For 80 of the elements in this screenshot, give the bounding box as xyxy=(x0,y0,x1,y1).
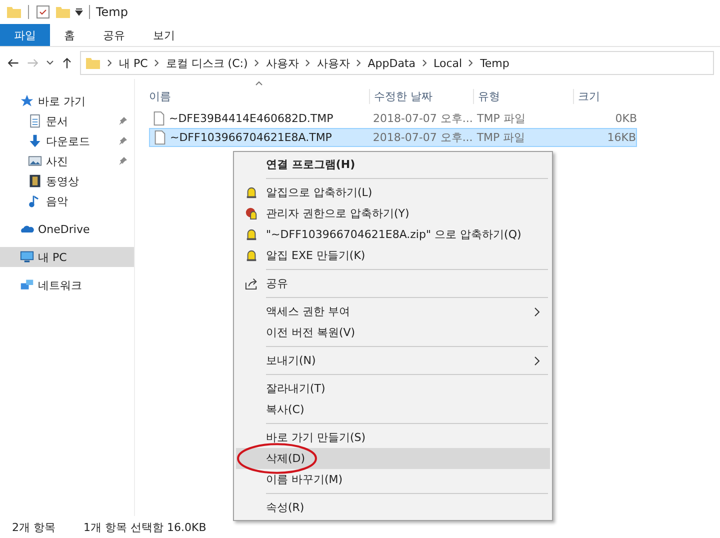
nav-item[interactable]: 바로 가기 xyxy=(0,91,134,111)
file-name: ~DFF103966704621E8A.TMP xyxy=(170,131,332,144)
file-row[interactable]: ~DFE39B4414E460682D.TMP 2018-07-07 오후... TMP 파일 0KB xyxy=(149,109,637,128)
column-header[interactable]: 수정한 날짜 xyxy=(369,88,473,104)
menu-item[interactable]: 알집으로 압축하기(L) xyxy=(236,182,550,203)
column-header[interactable]: 크기 xyxy=(573,88,637,104)
ribbon-tab[interactable]: 파일 xyxy=(0,24,50,46)
document-icon xyxy=(28,114,42,128)
chevron-icon xyxy=(356,59,362,67)
breadcrumb[interactable]: 로컬 디스크 (C:) xyxy=(166,56,248,70)
ribbon-tab[interactable]: 보기 xyxy=(139,24,189,46)
status-text: 2개 항목 xyxy=(12,520,56,534)
sort-caret-icon xyxy=(255,81,263,86)
menu-item[interactable]: 관리자 권한으로 압축하기(Y) xyxy=(236,203,550,224)
down-arrow-icon xyxy=(28,134,42,148)
table-cell-text: TMP 파일 xyxy=(476,111,526,126)
menu-item[interactable]: 이전 버전 복원(V) xyxy=(236,322,550,343)
pin-icon xyxy=(118,156,128,166)
menu-item[interactable]: 속성(R) xyxy=(236,497,550,518)
file-name: ~DFE39B4414E460682D.TMP xyxy=(169,112,334,125)
nav-item[interactable]: 문서 xyxy=(0,111,134,131)
film-icon xyxy=(28,174,42,188)
share-icon xyxy=(244,277,258,290)
pin-icon xyxy=(118,136,128,146)
up-arrow-icon[interactable] xyxy=(60,56,74,70)
table-cell-text: 2018-07-07 오후... xyxy=(372,111,473,126)
menu-item[interactable]: 액세스 권한 부여 xyxy=(236,301,550,322)
file-icon xyxy=(154,130,166,145)
menu-item[interactable]: 바로 가기 만들기(S) xyxy=(236,427,550,448)
table-cell-text: TMP 파일 xyxy=(476,130,526,145)
menu-item[interactable]: 삭제(D) xyxy=(236,448,550,469)
monitor-icon xyxy=(20,250,34,264)
nav-item[interactable]: 네트워크 xyxy=(0,275,134,295)
back-icon[interactable] xyxy=(6,56,20,70)
table-cell-text: 0KB xyxy=(614,112,637,125)
status-text: 1개 항목 선택함 16.0KB xyxy=(84,520,206,534)
file-icon xyxy=(153,111,165,126)
menu-item[interactable]: 복사(C) xyxy=(236,399,550,420)
address-bar[interactable]: 내 PC 로컬 디스크 (C:) 사용자 사용자 AppData Local Temp xyxy=(80,51,714,75)
menu-item[interactable]: 이름 바꾸기(M) xyxy=(236,469,550,490)
chevron-icon xyxy=(254,59,260,67)
menu-item[interactable]: 연결 프로그램(H) xyxy=(236,154,550,175)
breadcrumb[interactable]: AppData xyxy=(368,56,416,70)
nav-item[interactable]: 다운로드 xyxy=(0,131,134,151)
breadcrumb[interactable]: 내 PC xyxy=(119,56,148,70)
breadcrumb[interactable]: Temp xyxy=(480,56,510,70)
table-cell-text: 2018-07-07 오후... xyxy=(372,130,473,145)
chevron-icon xyxy=(154,59,160,67)
star-icon xyxy=(20,94,34,108)
menu-item[interactable]: 잘라내기(T) xyxy=(236,378,550,399)
chevron-icon xyxy=(468,59,474,67)
window-title: Temp xyxy=(96,5,128,19)
dropdown-icon[interactable] xyxy=(75,8,83,16)
menu-item[interactable]: "~DFF103966704621E8A.zip" 으로 압축하기(Q) xyxy=(236,224,550,245)
file-row[interactable]: ~DFF103966704621E8A.TMP 2018-07-07 오후... TMP 파일 16KB xyxy=(149,128,637,147)
column-header[interactable]: 유형 xyxy=(473,88,573,104)
breadcrumb[interactable]: 사용자 xyxy=(266,56,299,70)
nav-item[interactable]: 음악 xyxy=(0,191,134,211)
nav-item[interactable]: 사진 xyxy=(0,151,134,171)
nav-item[interactable]: 동영상 xyxy=(0,171,134,191)
menu-item[interactable]: 공유 xyxy=(236,273,550,294)
pin-icon xyxy=(118,116,128,126)
recent-caret-icon[interactable] xyxy=(46,59,54,67)
table-cell-text: 16KB xyxy=(606,131,636,144)
chevron-icon xyxy=(422,59,428,67)
network-icon xyxy=(20,278,34,292)
pictures-icon xyxy=(28,154,42,168)
breadcrumb[interactable]: Local xyxy=(434,56,462,70)
chevron-icon xyxy=(107,59,113,67)
ribbon-tab[interactable]: 홈 xyxy=(50,24,89,46)
column-header[interactable]: 이름 xyxy=(149,88,369,104)
nav-item[interactable]: OneDrive xyxy=(0,219,134,239)
ribbon-tab[interactable]: 공유 xyxy=(89,24,139,46)
nav-item[interactable]: 내 PC xyxy=(0,247,134,267)
folder-icon xyxy=(85,55,101,71)
properties-icon[interactable] xyxy=(35,4,51,20)
menu-item[interactable]: 보내기(N) xyxy=(236,350,550,371)
breadcrumb[interactable]: 사용자 xyxy=(316,56,350,70)
menu-item[interactable]: 알집 EXE 만들기(K) xyxy=(236,245,550,266)
chevron-icon xyxy=(304,59,311,67)
